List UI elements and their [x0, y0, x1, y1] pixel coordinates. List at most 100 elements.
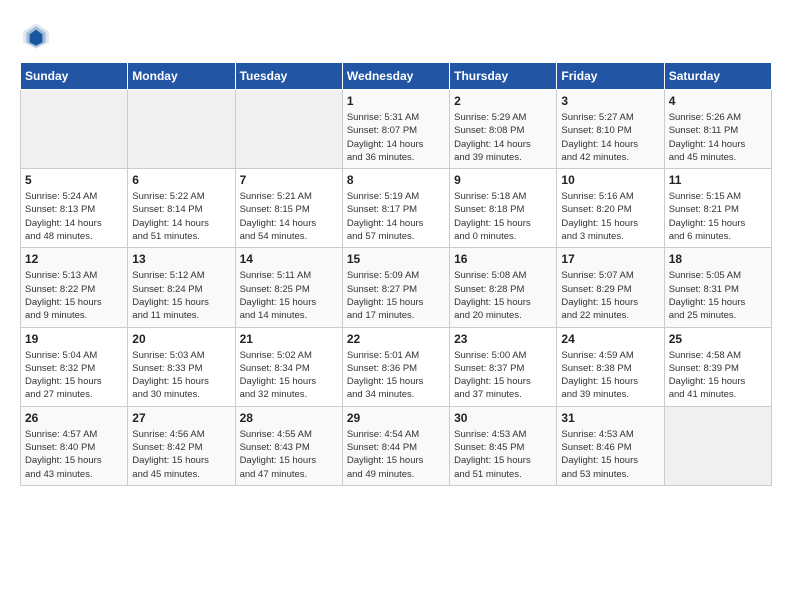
day-info: Sunrise: 5:11 AMSunset: 8:25 PMDaylight:…	[240, 269, 338, 322]
day-info: Sunrise: 5:00 AMSunset: 8:37 PMDaylight:…	[454, 349, 552, 402]
day-info: Sunrise: 5:01 AMSunset: 8:36 PMDaylight:…	[347, 349, 445, 402]
calendar-cell: 16 Sunrise: 5:08 AMSunset: 8:28 PMDayligh…	[450, 248, 557, 327]
day-number: 2	[454, 94, 552, 108]
day-info: Sunrise: 5:27 AMSunset: 8:10 PMDaylight:…	[561, 111, 659, 164]
page-header	[20, 20, 772, 52]
calendar-cell: 22 Sunrise: 5:01 AMSunset: 8:36 PMDayligh…	[342, 327, 449, 406]
calendar-cell: 29Sunrise: 4:54 AMSunset: 8:44 PMDayligh…	[342, 406, 449, 485]
calendar-cell: 31 Sunrise: 4:53 AMSunset: 8:46 PMDayligh…	[557, 406, 664, 485]
calendar-cell: 3 Sunrise: 5:27 AMSunset: 8:10 PMDaylight…	[557, 90, 664, 169]
day-number: 28	[240, 411, 338, 425]
day-number: 17	[561, 252, 659, 266]
calendar-header-row: SundayMondayTuesdayWednesdayThursdayFrid…	[21, 63, 772, 90]
day-number: 23	[454, 332, 552, 346]
day-number: 22	[347, 332, 445, 346]
calendar-cell: 7 Sunrise: 5:21 AMSunset: 8:15 PMDaylight…	[235, 169, 342, 248]
day-number: 31	[561, 411, 659, 425]
day-info: Sunrise: 5:08 AMSunset: 8:28 PMDaylight:…	[454, 269, 552, 322]
calendar-cell	[128, 90, 235, 169]
day-info: Sunrise: 5:13 AMSunset: 8:22 PMDaylight:…	[25, 269, 123, 322]
header-wednesday: Wednesday	[342, 63, 449, 90]
day-info: Sunrise: 5:21 AMSunset: 8:15 PMDaylight:…	[240, 190, 338, 243]
calendar-cell: 12 Sunrise: 5:13 AMSunset: 8:22 PMDayligh…	[21, 248, 128, 327]
day-number: 16	[454, 252, 552, 266]
calendar-cell: 13 Sunrise: 5:12 AMSunset: 8:24 PMDayligh…	[128, 248, 235, 327]
day-number: 9	[454, 173, 552, 187]
calendar-cell: 30 Sunrise: 4:53 AMSunset: 8:45 PMDayligh…	[450, 406, 557, 485]
day-info: Sunrise: 5:15 AMSunset: 8:21 PMDaylight:…	[669, 190, 767, 243]
day-info: Sunrise: 4:53 AMSunset: 8:46 PMDaylight:…	[561, 428, 659, 481]
day-info: Sunrise: 5:09 AMSunset: 8:27 PMDaylight:…	[347, 269, 445, 322]
calendar-cell: 6 Sunrise: 5:22 AMSunset: 8:14 PMDaylight…	[128, 169, 235, 248]
calendar-cell: 4 Sunrise: 5:26 AMSunset: 8:11 PMDaylight…	[664, 90, 771, 169]
header-saturday: Saturday	[664, 63, 771, 90]
calendar-cell: 11 Sunrise: 5:15 AMSunset: 8:21 PMDayligh…	[664, 169, 771, 248]
day-info: Sunrise: 5:26 AMSunset: 8:11 PMDaylight:…	[669, 111, 767, 164]
week-row-5: 26Sunrise: 4:57 AMSunset: 8:40 PMDayligh…	[21, 406, 772, 485]
calendar-cell: 28 Sunrise: 4:55 AMSunset: 8:43 PMDayligh…	[235, 406, 342, 485]
calendar-cell	[21, 90, 128, 169]
day-number: 1	[347, 94, 445, 108]
header-thursday: Thursday	[450, 63, 557, 90]
day-info: Sunrise: 5:22 AMSunset: 8:14 PMDaylight:…	[132, 190, 230, 243]
day-number: 15	[347, 252, 445, 266]
calendar-cell: 5 Sunrise: 5:24 AMSunset: 8:13 PMDaylight…	[21, 169, 128, 248]
day-number: 18	[669, 252, 767, 266]
calendar-cell: 2Sunrise: 5:29 AMSunset: 8:08 PMDaylight…	[450, 90, 557, 169]
day-info: Sunrise: 4:55 AMSunset: 8:43 PMDaylight:…	[240, 428, 338, 481]
calendar-cell: 15 Sunrise: 5:09 AMSunset: 8:27 PMDayligh…	[342, 248, 449, 327]
day-number: 21	[240, 332, 338, 346]
day-number: 12	[25, 252, 123, 266]
day-number: 25	[669, 332, 767, 346]
calendar-cell: 25Sunrise: 4:58 AMSunset: 8:39 PMDayligh…	[664, 327, 771, 406]
day-number: 30	[454, 411, 552, 425]
day-info: Sunrise: 5:12 AMSunset: 8:24 PMDaylight:…	[132, 269, 230, 322]
calendar-cell: 27 Sunrise: 4:56 AMSunset: 8:42 PMDayligh…	[128, 406, 235, 485]
day-number: 24	[561, 332, 659, 346]
header-sunday: Sunday	[21, 63, 128, 90]
day-number: 29	[347, 411, 445, 425]
calendar-cell: 8Sunrise: 5:19 AMSunset: 8:17 PMDaylight…	[342, 169, 449, 248]
day-number: 6	[132, 173, 230, 187]
calendar-cell: 24 Sunrise: 4:59 AMSunset: 8:38 PMDayligh…	[557, 327, 664, 406]
calendar-cell	[664, 406, 771, 485]
day-number: 5	[25, 173, 123, 187]
day-number: 10	[561, 173, 659, 187]
week-row-4: 19 Sunrise: 5:04 AMSunset: 8:32 PMDayligh…	[21, 327, 772, 406]
day-number: 11	[669, 173, 767, 187]
week-row-1: 1 Sunrise: 5:31 AMSunset: 8:07 PMDaylight…	[21, 90, 772, 169]
header-tuesday: Tuesday	[235, 63, 342, 90]
day-number: 4	[669, 94, 767, 108]
day-info: Sunrise: 5:31 AMSunset: 8:07 PMDaylight:…	[347, 111, 445, 164]
day-info: Sunrise: 5:02 AMSunset: 8:34 PMDaylight:…	[240, 349, 338, 402]
calendar-cell: 17Sunrise: 5:07 AMSunset: 8:29 PMDayligh…	[557, 248, 664, 327]
calendar-cell	[235, 90, 342, 169]
calendar-cell: 23 Sunrise: 5:00 AMSunset: 8:37 PMDayligh…	[450, 327, 557, 406]
day-number: 13	[132, 252, 230, 266]
day-info: Sunrise: 4:56 AMSunset: 8:42 PMDaylight:…	[132, 428, 230, 481]
logo	[20, 20, 56, 52]
day-number: 7	[240, 173, 338, 187]
header-monday: Monday	[128, 63, 235, 90]
day-number: 19	[25, 332, 123, 346]
day-info: Sunrise: 4:53 AMSunset: 8:45 PMDaylight:…	[454, 428, 552, 481]
header-friday: Friday	[557, 63, 664, 90]
day-info: Sunrise: 5:18 AMSunset: 8:18 PMDaylight:…	[454, 190, 552, 243]
calendar-cell: 26Sunrise: 4:57 AMSunset: 8:40 PMDayligh…	[21, 406, 128, 485]
week-row-2: 5 Sunrise: 5:24 AMSunset: 8:13 PMDaylight…	[21, 169, 772, 248]
day-info: Sunrise: 5:05 AMSunset: 8:31 PMDaylight:…	[669, 269, 767, 322]
calendar-cell: 9 Sunrise: 5:18 AMSunset: 8:18 PMDaylight…	[450, 169, 557, 248]
calendar-cell: 20Sunrise: 5:03 AMSunset: 8:33 PMDayligh…	[128, 327, 235, 406]
day-number: 3	[561, 94, 659, 108]
calendar-cell: 1 Sunrise: 5:31 AMSunset: 8:07 PMDaylight…	[342, 90, 449, 169]
calendar-table: SundayMondayTuesdayWednesdayThursdayFrid…	[20, 62, 772, 486]
day-number: 26	[25, 411, 123, 425]
day-info: Sunrise: 4:59 AMSunset: 8:38 PMDaylight:…	[561, 349, 659, 402]
calendar-cell: 14 Sunrise: 5:11 AMSunset: 8:25 PMDayligh…	[235, 248, 342, 327]
day-number: 14	[240, 252, 338, 266]
week-row-3: 12 Sunrise: 5:13 AMSunset: 8:22 PMDayligh…	[21, 248, 772, 327]
day-info: Sunrise: 5:24 AMSunset: 8:13 PMDaylight:…	[25, 190, 123, 243]
day-info: Sunrise: 5:04 AMSunset: 8:32 PMDaylight:…	[25, 349, 123, 402]
day-info: Sunrise: 5:19 AMSunset: 8:17 PMDaylight:…	[347, 190, 445, 243]
day-number: 27	[132, 411, 230, 425]
